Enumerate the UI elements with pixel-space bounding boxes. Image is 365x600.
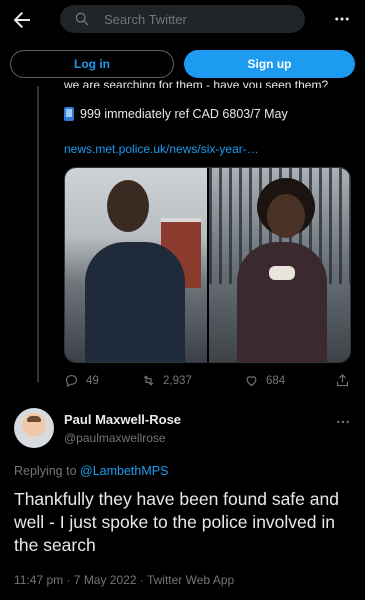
top-bar: Search Twitter (0, 0, 365, 40)
search-icon (75, 12, 89, 26)
search-placeholder: Search Twitter (104, 11, 187, 27)
auth-bar: Log in Sign up (0, 50, 365, 78)
reply-icon (65, 374, 78, 388)
share-action[interactable] (335, 373, 350, 388)
tweet-text: Thankfully they have been found safe and… (14, 489, 339, 555)
like-icon (246, 376, 257, 387)
previous-tweet-actions: 49 2,937 684 (64, 373, 354, 391)
signup-button[interactable]: Sign up (184, 50, 355, 78)
more-icon[interactable] (335, 414, 351, 430)
replying-prefix: Replying to (14, 464, 81, 478)
author-name[interactable]: Paul Maxwell-Rose (64, 412, 181, 427)
phone-emoji-icon (64, 107, 74, 121)
thread-connector-line (37, 86, 39, 382)
reply-action[interactable]: 49 (64, 373, 99, 388)
previous-tweet-cut-text: we are searching for them - have you see… (64, 79, 329, 88)
retweet-action[interactable]: 2,937 (141, 373, 192, 388)
avatar[interactable] (14, 408, 54, 448)
photo-boy[interactable] (65, 168, 207, 362)
share-icon (336, 374, 349, 387)
previous-tweet-phone-line: 999 immediately ref CAD 6803/7 May (64, 107, 288, 121)
back-arrow-icon[interactable] (10, 8, 34, 32)
tweet-meta[interactable]: 11:47 pm · 7 May 2022 · Twitter Web App (14, 573, 234, 587)
photo-girl[interactable] (208, 168, 350, 362)
news-link[interactable]: news.met.police.uk/news/six-year-… (64, 142, 259, 156)
replying-to: Replying to @LambethMPS (14, 464, 168, 478)
like-action[interactable]: 684 (244, 373, 285, 388)
replying-to-link[interactable]: @LambethMPS (80, 464, 168, 478)
tweet-media[interactable] (64, 167, 351, 363)
login-button[interactable]: Log in (10, 50, 174, 78)
phone-line-text: 999 immediately ref CAD 6803/7 May (80, 107, 288, 121)
search-input[interactable]: Search Twitter (60, 5, 305, 33)
more-icon[interactable] (333, 10, 351, 28)
retweet-icon (143, 375, 154, 386)
author-handle[interactable]: @paulmaxwellrose (64, 431, 166, 445)
